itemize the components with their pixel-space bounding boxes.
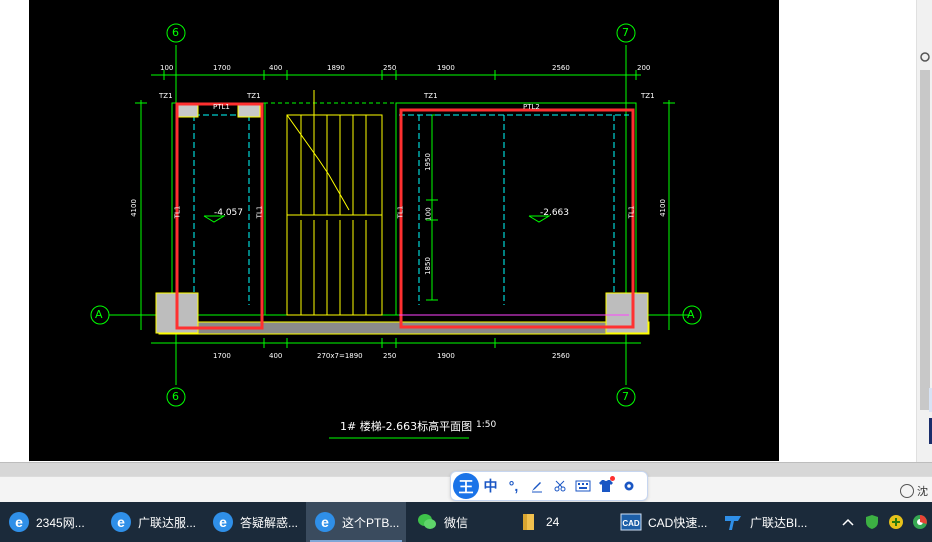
folder-icon bbox=[518, 511, 540, 533]
zoom-label: 沈 bbox=[917, 486, 928, 498]
pen-icon[interactable] bbox=[525, 474, 548, 498]
wechat-icon bbox=[416, 511, 438, 533]
vertical-scrollbar[interactable] bbox=[916, 0, 932, 462]
taskbar-item-label: 24 bbox=[546, 515, 560, 529]
ime-mode-toggle[interactable]: 中 bbox=[479, 474, 502, 498]
browser-icon[interactable] bbox=[908, 510, 932, 534]
svg-text:e: e bbox=[321, 514, 329, 530]
zoom-control[interactable]: 沈 bbox=[900, 483, 928, 499]
taskbar-item-2345[interactable]: e 2345网... bbox=[0, 502, 100, 542]
taskbar-item-wechat[interactable]: 微信 bbox=[408, 502, 508, 542]
ie-icon: e bbox=[110, 511, 132, 533]
cad-drawing-svg bbox=[90, 23, 702, 439]
keyboard-icon[interactable] bbox=[571, 474, 594, 498]
ime-toolbar[interactable]: 王 中 °, bbox=[450, 471, 648, 501]
svg-text:CAD: CAD bbox=[622, 519, 640, 528]
ime-punct-toggle[interactable]: °, bbox=[502, 474, 525, 498]
system-tray bbox=[836, 502, 932, 542]
taskbar-item-label: 广联达服... bbox=[138, 515, 197, 530]
shield-icon[interactable] bbox=[860, 510, 884, 534]
ie-icon: e bbox=[314, 511, 336, 533]
taskbar-item-cad[interactable]: CAD CAD快速... bbox=[612, 502, 712, 542]
taskbar-item-label: 这个PTB... bbox=[342, 515, 400, 530]
taskbar-item-ptb[interactable]: e 这个PTB... bbox=[306, 502, 406, 542]
taskbar-item-qa[interactable]: e 答疑解惑... bbox=[204, 502, 304, 542]
taskbar-item-label: 2345网... bbox=[36, 515, 85, 530]
taskbar: e 2345网... e 广联达服... e 答疑解惑... e 这个PTB..… bbox=[0, 502, 932, 542]
cad-drawing-canvas[interactable]: 6 7 6 7 A A 100 1700 400 1890 250 1900 2… bbox=[29, 0, 779, 461]
taskbar-item-label: 广联达BI... bbox=[750, 515, 808, 530]
ie-icon: e bbox=[8, 511, 30, 533]
shirt-icon[interactable] bbox=[594, 474, 617, 498]
taskbar-item-glodon-service[interactable]: e 广联达服... bbox=[102, 502, 202, 542]
taskbar-item-glodon-bim[interactable]: 广联达BI... bbox=[714, 502, 814, 542]
highlight-boxes bbox=[175, 102, 635, 330]
svg-text:e: e bbox=[117, 514, 125, 530]
zoom-icon bbox=[900, 484, 914, 498]
right-blank-area bbox=[779, 0, 916, 462]
add-icon[interactable] bbox=[884, 510, 908, 534]
ime-logo[interactable]: 王 bbox=[453, 473, 479, 499]
scroll-thumb[interactable] bbox=[920, 70, 930, 410]
svg-text:e: e bbox=[219, 514, 227, 530]
taskbar-item-label: 微信 bbox=[444, 515, 469, 530]
taskbar-item-label: CAD快速... bbox=[648, 515, 708, 530]
svg-text:e: e bbox=[15, 514, 23, 530]
scissors-icon[interactable] bbox=[548, 474, 571, 498]
ie-icon: e bbox=[212, 511, 234, 533]
highlight-box-right bbox=[399, 108, 635, 329]
gear-icon[interactable] bbox=[617, 474, 640, 498]
taskbar-item-folder[interactable]: 24 bbox=[510, 502, 610, 542]
left-pane bbox=[0, 0, 30, 462]
glodon-icon bbox=[722, 511, 744, 533]
taskbar-item-label: 答疑解惑... bbox=[240, 515, 299, 530]
chevron-up-icon[interactable] bbox=[836, 510, 860, 534]
refresh-icon[interactable] bbox=[919, 50, 931, 62]
cad-icon: CAD bbox=[620, 511, 642, 533]
